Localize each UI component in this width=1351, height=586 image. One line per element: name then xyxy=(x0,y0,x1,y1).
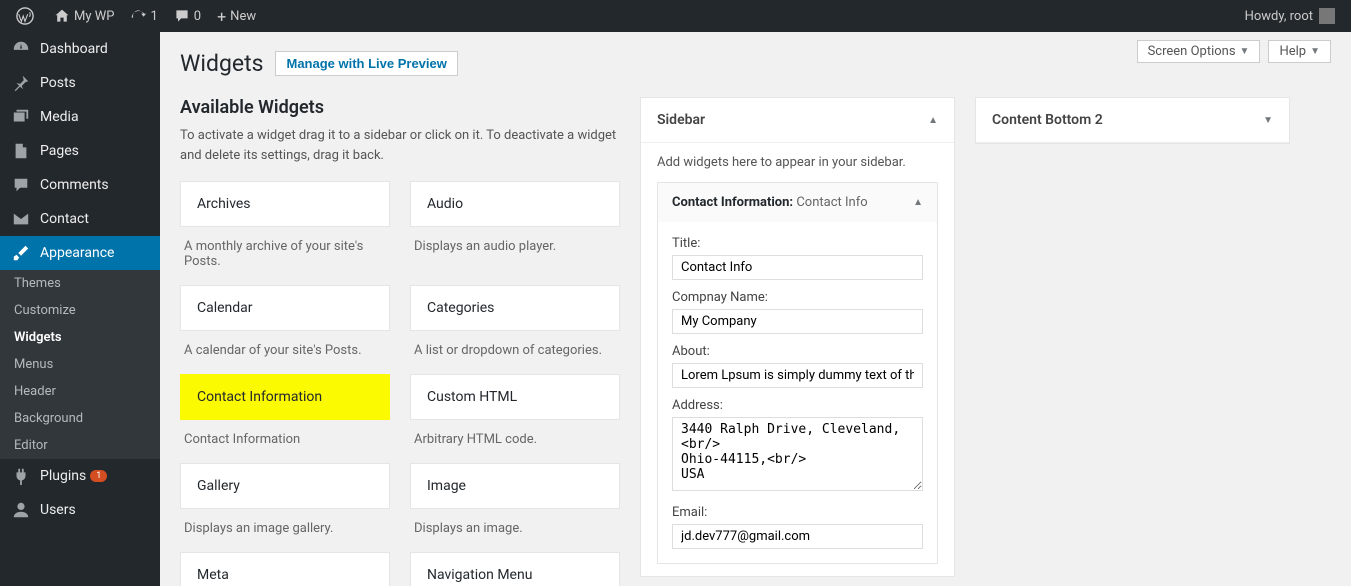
chevron-down-icon: ▼ xyxy=(1310,46,1320,57)
field-company-input[interactable] xyxy=(672,309,923,334)
field-address-label: Address: xyxy=(672,398,923,413)
field-email-label: Email: xyxy=(672,505,923,520)
avatar-icon xyxy=(1319,8,1335,24)
admin-bar: My WP 1 0 + New Howdy, root xyxy=(0,0,1351,32)
plugins-count-badge: 1 xyxy=(90,470,107,482)
site-name-label: My WP xyxy=(74,9,114,24)
sub-widgets[interactable]: Widgets xyxy=(0,324,160,351)
my-account[interactable]: Howdy, root xyxy=(1237,0,1343,32)
field-company-label: Compnay Name: xyxy=(672,290,923,305)
comment-icon xyxy=(174,8,190,24)
sub-customize[interactable]: Customize xyxy=(0,297,160,324)
menu-media[interactable]: Media xyxy=(0,100,160,134)
refresh-icon xyxy=(130,8,146,24)
menu-pages[interactable]: Pages xyxy=(0,134,160,168)
widget-contact-information[interactable]: Contact Information xyxy=(180,374,390,420)
screen-options-button[interactable]: Screen Options ▼ xyxy=(1137,40,1261,63)
wordpress-icon xyxy=(16,7,34,25)
widget-gallery[interactable]: Gallery xyxy=(180,463,390,509)
brush-icon xyxy=(12,244,32,262)
comments-count: 0 xyxy=(194,9,201,24)
chevron-up-icon: ▲ xyxy=(928,115,938,126)
content-area: Screen Options ▼ Help ▼ Widgets Manage w… xyxy=(160,32,1351,586)
manage-live-preview-button[interactable]: Manage with Live Preview xyxy=(275,51,457,76)
sub-editor[interactable]: Editor xyxy=(0,432,160,459)
page-title: Widgets xyxy=(180,50,263,77)
field-email-input[interactable] xyxy=(672,524,923,549)
widget-contact-information-desc: Contact Information xyxy=(180,430,390,453)
media-icon xyxy=(12,108,32,126)
widget-gallery-desc: Displays an image gallery. xyxy=(180,519,390,542)
content-bottom-column: Content Bottom 2 ▼ xyxy=(975,97,1290,586)
chevron-down-icon: ▼ xyxy=(1240,46,1250,57)
user-icon xyxy=(12,501,32,519)
admin-menu: Dashboard Posts Media Pages Comments Con… xyxy=(0,32,160,586)
plugin-icon xyxy=(12,467,32,485)
dashboard-icon xyxy=(12,40,32,58)
comments-bubble[interactable]: 0 xyxy=(166,0,209,32)
widget-custom-html-desc: Arbitrary HTML code. xyxy=(410,430,620,453)
sub-themes[interactable]: Themes xyxy=(0,270,160,297)
sidebar-panel-desc: Add widgets here to appear in your sideb… xyxy=(657,155,938,170)
content-bottom-panel-header[interactable]: Content Bottom 2 ▼ xyxy=(976,98,1289,143)
menu-comments[interactable]: Comments xyxy=(0,168,160,202)
field-title-input[interactable] xyxy=(672,255,923,280)
sub-header[interactable]: Header xyxy=(0,378,160,405)
updates[interactable]: 1 xyxy=(122,0,165,32)
widget-calendar-desc: A calendar of your site's Posts. xyxy=(180,341,390,364)
help-button[interactable]: Help ▼ xyxy=(1268,40,1331,63)
available-widgets-column: Available Widgets To activate a widget d… xyxy=(180,97,620,586)
widget-archives[interactable]: Archives xyxy=(180,181,390,227)
widget-audio[interactable]: Audio xyxy=(410,181,620,227)
widget-custom-html[interactable]: Custom HTML xyxy=(410,374,620,420)
menu-posts[interactable]: Posts xyxy=(0,66,160,100)
site-home[interactable]: My WP xyxy=(46,0,122,32)
menu-users[interactable]: Users xyxy=(0,493,160,527)
menu-contact[interactable]: Contact xyxy=(0,202,160,236)
pin-icon xyxy=(12,74,32,92)
available-widgets-desc: To activate a widget drag it to a sideba… xyxy=(180,126,620,165)
field-about-input[interactable] xyxy=(672,363,923,388)
chevron-up-icon: ▲ xyxy=(913,197,923,208)
widget-archives-desc: A monthly archive of your site's Posts. xyxy=(180,237,390,275)
menu-appearance[interactable]: Appearance xyxy=(0,236,160,270)
widget-meta[interactable]: Meta xyxy=(180,552,390,586)
chevron-down-icon: ▼ xyxy=(1263,115,1273,126)
widget-instance-header[interactable]: Contact Information: Contact Info ▲ xyxy=(658,183,937,222)
updates-count: 1 xyxy=(150,9,157,24)
widget-categories[interactable]: Categories xyxy=(410,285,620,331)
field-about-label: About: xyxy=(672,344,923,359)
new-label: New xyxy=(230,9,256,24)
widget-image[interactable]: Image xyxy=(410,463,620,509)
sidebar-panel-header[interactable]: Sidebar ▲ xyxy=(641,98,954,143)
home-icon xyxy=(54,8,70,24)
menu-plugins[interactable]: Plugins 1 xyxy=(0,459,160,493)
submenu-appearance: Themes Customize Widgets Menus Header Ba… xyxy=(0,270,160,459)
howdy-label: Howdy, root xyxy=(1245,9,1313,24)
field-title-label: Title: xyxy=(672,236,923,251)
sub-menus[interactable]: Menus xyxy=(0,351,160,378)
sub-background[interactable]: Background xyxy=(0,405,160,432)
widget-calendar[interactable]: Calendar xyxy=(180,285,390,331)
widget-image-desc: Displays an image. xyxy=(410,519,620,542)
mail-icon xyxy=(12,210,32,228)
comment-icon xyxy=(12,176,32,194)
widget-categories-desc: A list or dropdown of categories. xyxy=(410,341,620,364)
page-icon xyxy=(12,142,32,160)
menu-dashboard[interactable]: Dashboard xyxy=(0,32,160,66)
widget-instance-contact-info: Contact Information: Contact Info ▲ Titl… xyxy=(657,182,938,564)
plus-icon: + xyxy=(217,7,226,26)
available-widgets-title: Available Widgets xyxy=(180,97,620,118)
wp-logo[interactable] xyxy=(8,0,46,32)
sidebar-widget-area-column: Sidebar ▲ Add widgets here to appear in … xyxy=(640,97,955,586)
widget-navigation-menu[interactable]: Navigation Menu xyxy=(410,552,620,586)
field-address-textarea[interactable] xyxy=(672,417,923,491)
widget-audio-desc: Displays an audio player. xyxy=(410,237,620,275)
new-content[interactable]: + New xyxy=(209,0,264,32)
